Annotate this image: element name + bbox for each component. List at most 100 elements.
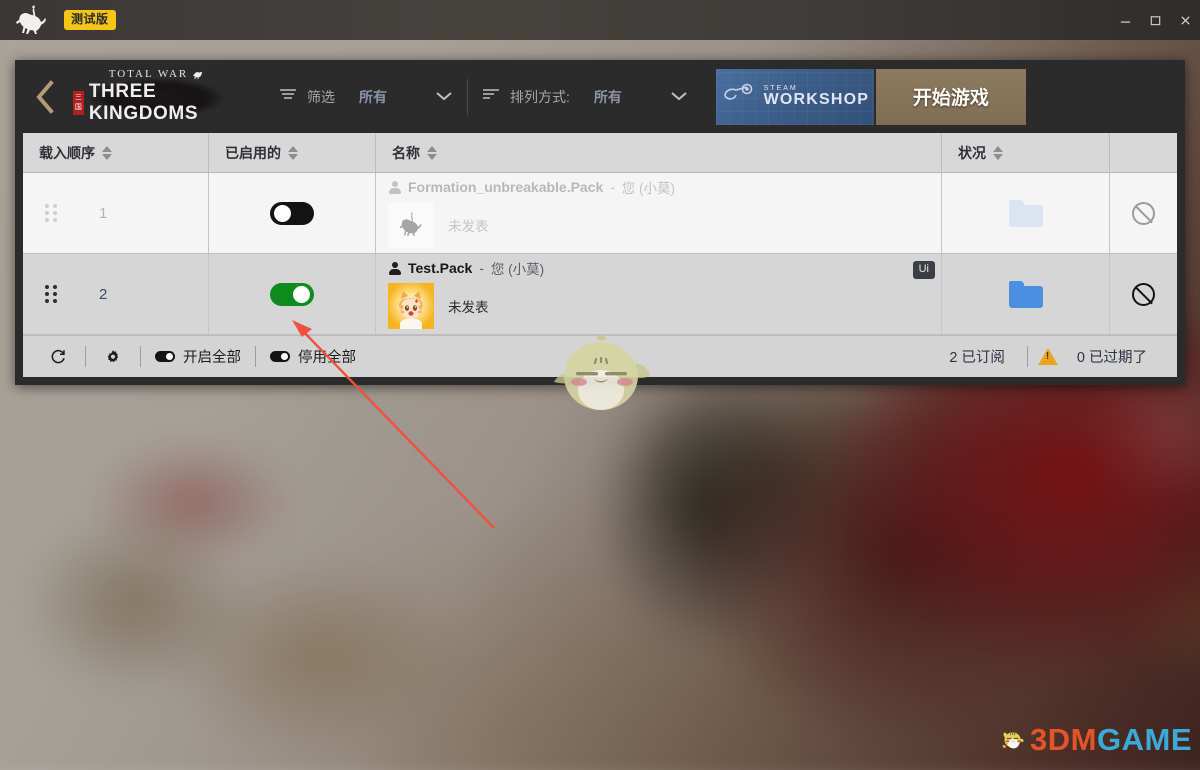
sort-value: 所有 — [593, 88, 622, 105]
warning-triangle-icon — [1037, 348, 1058, 366]
mod-title-line: Formation_unbreakable.Pack - 您 (小莫) — [388, 177, 675, 197]
sort-dropdown[interactable]: 排列方式: 所有 — [468, 69, 702, 125]
person-icon — [388, 180, 401, 194]
maximize-button[interactable] — [1140, 0, 1170, 40]
brand-game-text: GAME — [1097, 722, 1192, 757]
column-header-actions — [1110, 133, 1177, 172]
sort-icon — [482, 87, 500, 106]
workshop-main-text: WORKSHOP — [763, 90, 870, 108]
column-header-label: 状况 — [958, 144, 986, 161]
publish-state: 未发表 — [448, 300, 489, 316]
table-row[interactable]: 1 Formation_unbreakable.Pack - 您 (小莫) 未发… — [23, 173, 1177, 255]
enable-all-button[interactable]: 开启全部 — [151, 346, 245, 367]
close-button[interactable] — [1170, 0, 1200, 40]
sort-label: 排列方式: — [510, 88, 570, 105]
brand-watermark-text: 3DMGAME — [1030, 722, 1192, 758]
header-controls: 筛选 所有 排列方式: 所有 — [265, 69, 702, 125]
window-controls — [1110, 0, 1200, 40]
workshop-label-group: STEAM WORKSHOP — [764, 85, 870, 109]
chevron-down-icon[interactable] — [670, 89, 688, 104]
logo-seal: 三国 — [73, 91, 84, 116]
folder-icon[interactable] — [1008, 199, 1043, 227]
subscribed-count: 2 已订阅 — [949, 350, 1005, 367]
column-header-enabled[interactable]: 已启用的 — [209, 133, 376, 173]
enable-toggle[interactable] — [270, 201, 314, 225]
start-game-button[interactable]: 开始游戏 — [875, 68, 1026, 125]
cell-status — [942, 254, 1110, 335]
cell-enabled — [209, 173, 376, 254]
toggle-off-icon — [270, 351, 290, 363]
author-separator: - — [610, 179, 615, 195]
column-header-load-order[interactable]: 载入顺序 — [23, 133, 209, 173]
person-icon — [388, 261, 401, 275]
enable-toggle[interactable] — [270, 282, 314, 306]
back-chevron-icon[interactable] — [23, 75, 67, 119]
filter-icon — [279, 87, 297, 106]
logo-total-war-text: TOTAL WAR — [108, 68, 189, 81]
load-order-number: 1 — [99, 204, 108, 222]
enable-all-label: 开启全部 — [183, 350, 241, 367]
mod-author: 您 (小莫) — [490, 262, 545, 278]
bird-mascot-icon — [548, 332, 654, 414]
filter-label: 筛选 — [307, 88, 335, 105]
mod-name: Formation_unbreakable.Pack — [408, 179, 604, 196]
footer-status-group: 2 已订阅 0 已过期了 — [937, 346, 1159, 368]
mod-author: 您 (小莫) — [621, 181, 676, 197]
table-header-row: 载入顺序 已启用的 名称 状况 — [23, 133, 1177, 174]
refresh-icon[interactable] — [41, 348, 75, 365]
table-row[interactable]: 2 Test.Pack - 您 (小莫) 未发表 Ui — [23, 254, 1177, 336]
cell-enabled — [209, 254, 376, 335]
total-war-logo: TOTAL WAR 三国 THREE KINGDOMS — [73, 68, 241, 125]
app-root: 测试版 TOTAL WAR 三国 THREE KINGDOMS 筛选 所有 排列… — [0, 0, 1200, 770]
mod-tag-badge: Ui — [912, 261, 935, 279]
footer-divider — [255, 346, 256, 368]
toggle-on-icon — [155, 351, 175, 363]
mod-detail-line: 未发表 — [388, 202, 489, 249]
mod-detail-line: 未发表 — [388, 283, 489, 330]
anime-character-thumbnail — [388, 283, 434, 330]
disable-all-label: 停用全部 — [298, 350, 356, 367]
mod-list-table: 载入顺序 已启用的 名称 状况 1 Formation_unbreakable.… — [23, 133, 1177, 336]
cell-load-order: 2 — [23, 254, 209, 335]
drag-handle-icon[interactable] — [45, 204, 57, 223]
filter-value: 所有 — [359, 88, 387, 105]
steam-workshop-button[interactable]: STEAM WORKSHOP — [715, 68, 874, 125]
column-header-label: 已启用的 — [225, 144, 281, 161]
load-order-number: 2 — [99, 285, 108, 303]
logo-three-kingdoms-text: THREE KINGDOMS — [88, 81, 199, 125]
logo-bottom-line: 三国 THREE KINGDOMS — [73, 81, 241, 125]
mod-title-line: Test.Pack - 您 (小莫) — [388, 258, 544, 278]
beta-badge: 测试版 — [64, 10, 116, 30]
gear-icon[interactable] — [96, 349, 130, 365]
column-header-status[interactable]: 状况 — [942, 133, 1110, 173]
column-header-name[interactable]: 名称 — [376, 133, 942, 173]
minimize-button[interactable] — [1110, 0, 1140, 40]
folder-icon[interactable] — [1008, 280, 1043, 308]
mod-manager-header: TOTAL WAR 三国 THREE KINGDOMS 筛选 所有 排列方式: … — [15, 60, 1185, 133]
chevron-down-icon[interactable] — [435, 89, 453, 104]
disable-all-button[interactable]: 停用全部 — [266, 346, 360, 367]
cell-actions — [1110, 254, 1177, 334]
author-separator: - — [479, 260, 484, 276]
no-entry-icon[interactable] — [1132, 282, 1155, 306]
sort-arrows-icon[interactable] — [427, 145, 437, 160]
cell-status — [942, 173, 1110, 254]
horse-rider-icon — [12, 3, 54, 37]
bird-logo-icon — [1002, 732, 1024, 749]
drag-handle-icon[interactable] — [45, 285, 57, 304]
column-header-label: 名称 — [392, 144, 420, 161]
logo-top-line: TOTAL WAR — [109, 68, 206, 80]
sort-arrows-icon[interactable] — [102, 145, 112, 160]
mod-name: Test.Pack — [408, 260, 473, 277]
sort-arrows-icon[interactable] — [993, 145, 1003, 160]
no-entry-icon[interactable] — [1132, 201, 1155, 225]
horse-rider-thumbnail — [388, 202, 434, 249]
window-titlebar: 测试版 — [0, 0, 1200, 40]
cell-load-order: 1 — [23, 173, 209, 254]
sort-arrows-icon[interactable] — [288, 145, 298, 160]
filter-dropdown[interactable]: 筛选 所有 — [265, 69, 467, 125]
column-header-label: 载入顺序 — [39, 144, 95, 161]
publish-state: 未发表 — [448, 219, 489, 235]
footer-divider — [140, 346, 141, 368]
brand-watermark: 3DMGAME — [1002, 716, 1192, 764]
